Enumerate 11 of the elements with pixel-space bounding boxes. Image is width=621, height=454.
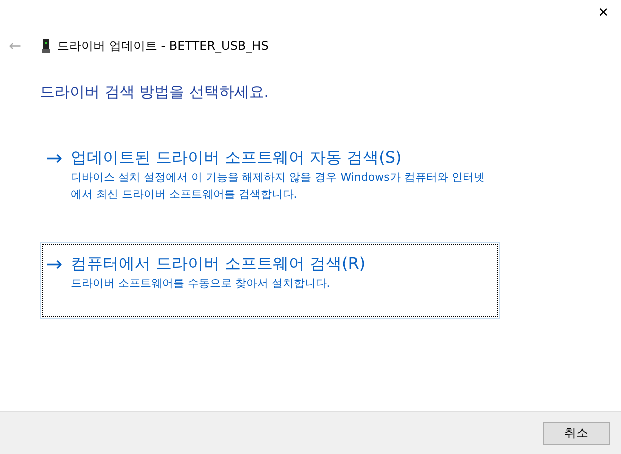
option-description: 드라이버 소프트웨어를 수동으로 찾아서 설치합니다. bbox=[70, 276, 332, 292]
arrow-icon: → bbox=[46, 147, 63, 203]
close-button[interactable]: ✕ bbox=[598, 0, 621, 32]
cancel-button[interactable]: 취소 bbox=[543, 422, 610, 444]
option-link[interactable]: → 업데이트된 드라이버 소프트웨어 자동 검색(S) 디바이스 설치 설정에서 이 기능을 해제하지 않을 경우 Windows가 컴퓨터와 인터넷에서 최신 드라이버 소프트웨어를 검색합니다. bbox=[40, 136, 500, 204]
window-title: 드라이버 업데이트 - BETTER_USB_HS bbox=[58, 38, 269, 54]
page-heading: 드라이버 검색 방법을 선택하세요. bbox=[40, 83, 270, 102]
option-description: 디바이스 설치 설정에서 이 기능을 해제하지 않을 경우 Windows가 컴퓨터와 인터넷에서 최신 드라이버 소프트웨어를 검색합니다. bbox=[70, 170, 486, 203]
option-link[interactable]: → 컴퓨터에서 드라이버 소프트웨어 검색(R) 드라이버 소프트웨어를 수동으로 찾아서 설치합니다. bbox=[40, 242, 500, 319]
usb-device-icon bbox=[42, 39, 50, 53]
arrow-icon: → bbox=[46, 253, 63, 318]
